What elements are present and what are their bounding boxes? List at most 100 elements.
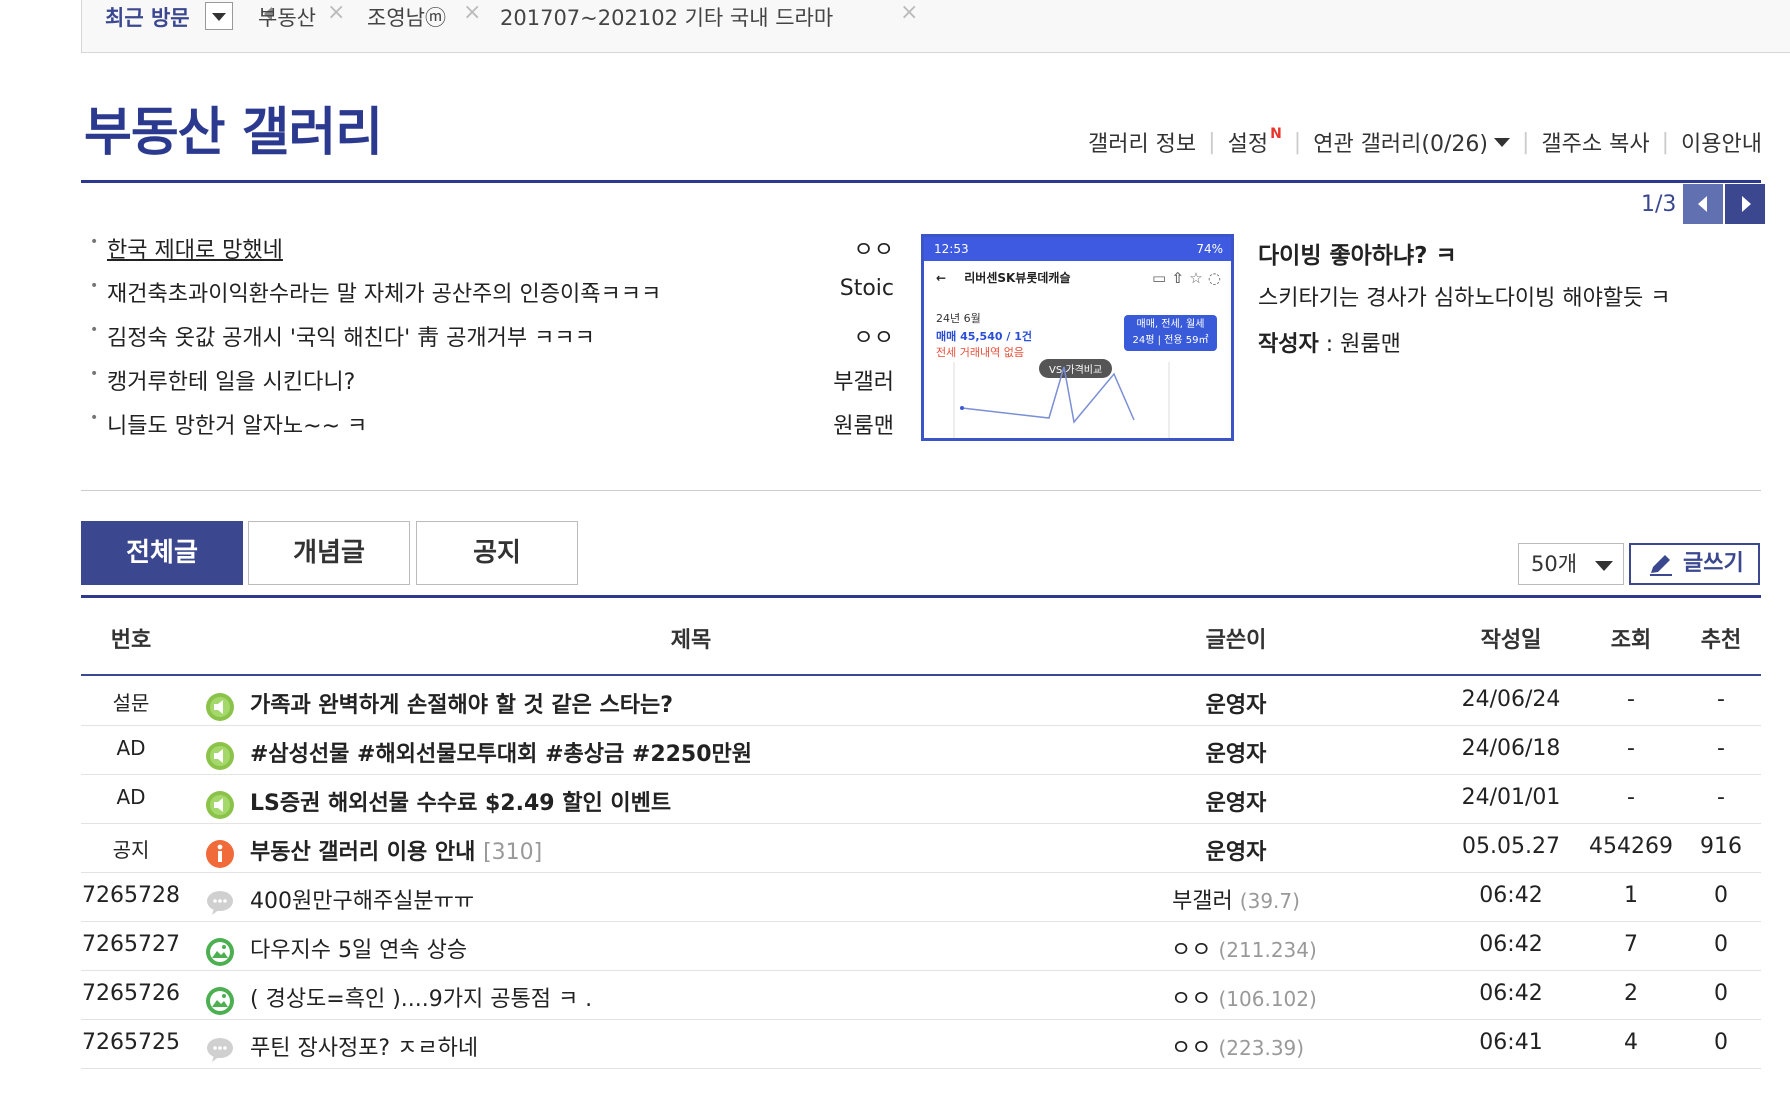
post-views: - [1627, 785, 1635, 810]
title-divider [81, 180, 1761, 183]
post-writer[interactable]: 운영자 [1171, 785, 1301, 817]
table-row[interactable]: 7265726 ( 경상도=흑인 )....9가지 공통점 ㅋ . ㅇㅇ (106… [81, 970, 1761, 1020]
table-row[interactable]: 7265728 400원만구해주실분ㅠㅠ 부갤러 (39.7) 06:42 1 0 [81, 872, 1761, 922]
hot-post-title[interactable]: 김정숙 옷값 공개시 '국익 해친다' 靑 공개거부 ㅋㅋㅋ [107, 320, 595, 352]
table-row[interactable]: 7265727 다우지수 5일 연속 상승 ㅇㅇ (211.234) 06:42 7 0 [81, 921, 1761, 971]
post-writer[interactable]: 운영자 [1171, 736, 1301, 768]
new-badge: N [1270, 126, 1282, 142]
hot-post-title[interactable]: 니들도 망한거 알자노~~ ㅋ [107, 408, 367, 440]
recent-dropdown-button[interactable] [205, 2, 233, 30]
post-date: 05.05.27 [1462, 834, 1560, 859]
hot-post-writer[interactable]: Stoic [840, 276, 894, 301]
post-writer[interactable]: 부갤러 (39.7) [1171, 883, 1301, 915]
write-button[interactable]: 글쓰기 [1629, 543, 1760, 585]
post-recommend: 0 [1714, 883, 1728, 908]
post-date: 06:42 [1479, 932, 1543, 957]
thumb-status-bar: 12:53 74% [924, 237, 1231, 261]
post-title[interactable]: 가족과 완벽하게 손절해야 할 것 같은 스타는? [250, 687, 673, 719]
writer-ip: (39.7) [1239, 889, 1300, 913]
divider: | [1521, 129, 1530, 155]
hot-post-item[interactable]: • 한국 제대로 망했네 ㅇㅇ [86, 226, 896, 270]
close-icon[interactable]: × [327, 0, 345, 25]
post-views: 4 [1624, 1030, 1638, 1055]
settings-link[interactable]: 설정 [1228, 132, 1268, 157]
post-date: 06:42 [1479, 981, 1543, 1006]
recent-item-1[interactable]: 부동산 [258, 2, 316, 32]
post-writer[interactable]: ㅇㅇ (211.234) [1171, 932, 1317, 964]
copy-address-link[interactable]: 갤주소 복사 [1541, 132, 1649, 157]
chevron-down-icon [1595, 561, 1613, 571]
post-title[interactable]: 푸틴 장사정포? ㅈㄹ하네 [250, 1030, 478, 1062]
hot-post-writer[interactable]: 원룸맨 [833, 408, 894, 440]
hot-post-title[interactable]: 캥거루한테 일을 시킨다니? [107, 364, 355, 396]
post-title[interactable]: LS증권 해외선물 수수료 $2.49 할인 이벤트 [250, 785, 671, 817]
tab-all-posts[interactable]: 전체글 [81, 521, 243, 585]
hot-post-writer[interactable]: ㅇㅇ [854, 232, 894, 264]
column-header-num: 번호 [110, 628, 152, 653]
post-recommend: - [1717, 687, 1725, 712]
post-views: 7 [1624, 932, 1638, 957]
featured-thumbnail[interactable]: 12:53 74% ← 리버센SK뷰롯데캐슬 ▭ ⇧ ☆ ◌ 24년 6월 매매 4… [921, 234, 1234, 441]
table-row[interactable]: AD LS증권 해외선물 수수료 $2.49 할인 이벤트 운영자 24/01/0… [81, 774, 1761, 824]
post-recommend: 916 [1700, 834, 1742, 859]
guide-link[interactable]: 이용안내 [1681, 132, 1762, 157]
tab-concept-posts[interactable]: 개념글 [248, 521, 410, 585]
bullet: • [90, 322, 99, 338]
gallery-info-link[interactable]: 갤러리 정보 [1088, 132, 1196, 157]
recent-item-3[interactable]: 201707~202102 기타 국내 드라마 [500, 2, 833, 32]
hot-post-writer[interactable]: ㅇㅇ [854, 320, 894, 352]
hot-prev-button[interactable] [1683, 184, 1723, 224]
thumb-price-chart [953, 362, 1170, 438]
hot-post-title[interactable]: 재건축초과이익환수라는 말 자체가 공산주의 인증이죡ㅋㅋㅋ [107, 276, 661, 308]
post-recommend: 0 [1714, 932, 1728, 957]
post-title[interactable]: #삼성선물 #해외선물모투대회 #총상금 #2250만원 [250, 736, 752, 768]
chevron-down-icon[interactable] [1493, 137, 1510, 147]
image-icon [205, 986, 235, 1016]
hot-post-item[interactable]: • 김정숙 옷값 공개시 '국익 해친다' 靑 공개거부 ㅋㅋㅋ ㅇㅇ [86, 314, 896, 358]
speaker-icon [205, 741, 235, 771]
list-count-select[interactable]: 50개 [1518, 543, 1624, 585]
reply-count: [310] [483, 840, 543, 865]
close-icon[interactable]: × [900, 0, 918, 25]
hot-page-indicator: 1/3 [1641, 192, 1677, 217]
table-row[interactable]: AD #삼성선물 #해외선물모투대회 #총상금 #2250만원 운영자 24/06… [81, 725, 1761, 775]
post-writer[interactable]: 운영자 [1171, 687, 1301, 719]
post-views: 2 [1624, 981, 1638, 1006]
post-views: - [1627, 736, 1635, 761]
column-header-recommend: 추천 [1700, 628, 1742, 653]
recent-visit-label[interactable]: 최근 방문 [105, 2, 190, 32]
post-writer[interactable]: ㅇㅇ (106.102) [1171, 981, 1317, 1013]
featured-title[interactable]: 다이빙 좋아하냐? ㅋ [1258, 236, 1457, 270]
gallery-title[interactable]: 부동산 갤러리 [84, 90, 383, 165]
post-title[interactable]: ( 경상도=흑인 )....9가지 공통점 ㅋ . [250, 981, 592, 1013]
bullet: • [90, 410, 99, 426]
hot-post-writer[interactable]: 부갤러 [833, 364, 894, 396]
table-row[interactable]: 공지 부동산 갤러리 이용 안내 [310] 운영자 05.05.27 454269 9… [81, 823, 1761, 873]
hot-post-item[interactable]: • 니들도 망한거 알자노~~ ㅋ 원룸맨 [86, 402, 896, 446]
featured-description[interactable]: 스키타기는 경사가 심하노다이빙 해야할듯 ㅋ [1258, 280, 1671, 312]
close-icon[interactable]: × [463, 0, 481, 25]
divider: | [1208, 129, 1216, 155]
column-header-writer: 글쓴이 [1205, 628, 1267, 653]
hot-next-button[interactable] [1725, 184, 1765, 224]
writer-ip: (211.234) [1218, 938, 1317, 962]
post-writer[interactable]: ㅇㅇ (223.39) [1171, 1030, 1305, 1062]
post-writer[interactable]: 운영자 [1171, 834, 1301, 866]
hot-post-list: • 한국 제대로 망했네 ㅇㅇ • 재건축초과이익환수라는 말 자체가 공산주의… [86, 226, 896, 446]
post-views: 454269 [1589, 834, 1673, 859]
table-row[interactable]: 설문 가족과 완벽하게 손절해야 할 것 같은 스타는? 운영자 24/06/24… [81, 676, 1761, 726]
post-title[interactable]: 부동산 갤러리 이용 안내 [310] [250, 834, 542, 866]
bullet: • [90, 234, 99, 250]
hot-post-item[interactable]: • 재건축초과이익환수라는 말 자체가 공산주의 인증이죡ㅋㅋㅋ Stoic [86, 270, 896, 314]
hot-post-title[interactable]: 한국 제대로 망했네 [107, 232, 283, 264]
post-title[interactable]: 다우지수 5일 연속 상승 [250, 932, 467, 964]
post-recommend: - [1717, 736, 1725, 761]
related-gallery-link[interactable]: 연관 갤러리(0/26) [1313, 132, 1488, 157]
recent-item-2[interactable]: 조영남ⓜ [367, 2, 446, 32]
tab-notice[interactable]: 공지 [416, 521, 578, 585]
writer-ip: (223.39) [1218, 1036, 1305, 1060]
post-title[interactable]: 400원만구해주실분ㅠㅠ [250, 883, 474, 915]
hot-post-item[interactable]: • 캥거루한테 일을 시킨다니? 부갤러 [86, 358, 896, 402]
post-date: 06:41 [1479, 1030, 1543, 1055]
table-row[interactable]: 7265725 푸틴 장사정포? ㅈㄹ하네 ㅇㅇ (223.39) 06:41 4 0 [81, 1019, 1761, 1069]
